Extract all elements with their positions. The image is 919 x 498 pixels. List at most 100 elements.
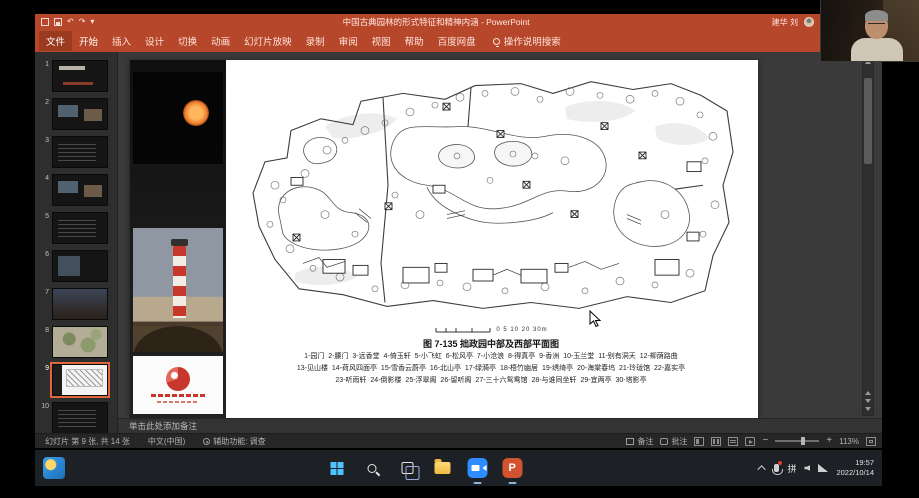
slide-sorter-view-button[interactable] — [711, 437, 721, 446]
ribbon-tab-baidu-netdisk[interactable]: 百度网盘 — [431, 31, 483, 51]
slideshow-view-button[interactable] — [745, 437, 755, 446]
title-bar: ↶ ↷ ▾ 中国古典园林的形式特征和精神内涵 - PowerPoint 建华 刘… — [35, 14, 882, 30]
thumbnail-image — [52, 136, 108, 168]
slide-thumbnail-selected[interactable]: 9 — [39, 364, 113, 396]
thumbnail-image — [52, 364, 108, 396]
slide-thumbnail[interactable]: 4 — [39, 174, 113, 206]
qat-dropdown-icon[interactable]: ▾ — [90, 18, 94, 26]
redo-icon[interactable]: ↷ — [79, 18, 86, 26]
language-indicator[interactable]: 中文(中国) — [148, 436, 185, 447]
zoom-out-button[interactable]: − — [762, 436, 768, 446]
ribbon-tab-slideshow[interactable]: 幻灯片放映 — [237, 31, 299, 51]
scale-bar-ticks — [434, 326, 494, 334]
start-button[interactable] — [324, 455, 350, 481]
powerpoint-taskbar-button[interactable] — [499, 455, 525, 481]
ribbon-tab-transitions[interactable]: 切换 — [171, 31, 204, 51]
ribbon-tab-record[interactable]: 录制 — [299, 31, 332, 51]
scroll-down-icon[interactable] — [865, 407, 871, 411]
ribbon-tab-design[interactable]: 设计 — [138, 31, 171, 51]
account-name[interactable]: 建华 刘 — [772, 17, 798, 28]
ribbon-tab-row: 文件 开始 插入 设计 切换 动画 幻灯片放映 录制 审阅 视图 帮助 百度网盘… — [35, 30, 882, 52]
slide-thumbnail[interactable]: 2 — [39, 98, 113, 130]
slide-photo-strip[interactable] — [130, 60, 226, 418]
next-slide-icon[interactable] — [865, 399, 871, 403]
hidden-icons-chevron[interactable] — [758, 465, 766, 473]
notes-pane[interactable]: 单击此处添加备注 — [118, 418, 882, 433]
vertical-scrollbar[interactable] — [862, 54, 874, 416]
tencent-meeting-button[interactable] — [464, 455, 490, 481]
notes-toggle-button[interactable]: 备注 — [626, 436, 653, 447]
previous-slide-icon[interactable] — [865, 391, 871, 395]
slide-thumbnail[interactable]: 1 — [39, 60, 113, 92]
normal-view-button[interactable] — [694, 437, 704, 446]
slide-thumbnail[interactable]: 7 — [39, 288, 113, 320]
save-icon[interactable] — [54, 18, 62, 26]
thumbnail-image — [52, 98, 108, 130]
scale-bar: 0 5 10 20 30m — [226, 324, 756, 336]
microphone-icon[interactable] — [774, 464, 779, 472]
ribbon-tab-file[interactable]: 文件 — [39, 31, 72, 51]
comment-icon — [660, 438, 668, 445]
quick-access-toolbar: ↶ ↷ ▾ — [35, 18, 100, 26]
thumbnail-number: 2 — [39, 98, 49, 106]
ribbon-tab-home[interactable]: 开始 — [72, 31, 105, 51]
notes-toggle-label: 备注 — [637, 436, 653, 447]
zoom-in-button[interactable]: + — [826, 436, 832, 446]
slide-thumbnail[interactable]: 6 — [39, 250, 113, 282]
comments-toggle-label: 批注 — [671, 436, 687, 447]
thumbnail-number: 1 — [39, 60, 49, 68]
ribbon-tab-review[interactable]: 审阅 — [332, 31, 365, 51]
ribbon-tab-animations[interactable]: 动画 — [204, 31, 237, 51]
accessibility-label: 辅助功能: 调查 — [213, 436, 265, 447]
lightbulb-icon — [493, 38, 500, 45]
ime-indicator[interactable]: 拼 — [787, 462, 796, 475]
zoom-slider-knob[interactable] — [801, 437, 805, 445]
legend-line-2: 13-见山楼 14-荷风四面亭 15-雪香云蔚亭 16-北山亭 17-绿漪亭 1… — [226, 363, 756, 374]
thumbnail-image — [52, 288, 108, 320]
search-button[interactable] — [359, 455, 385, 481]
zoom-level[interactable]: 113% — [839, 437, 859, 446]
account-avatar[interactable] — [804, 17, 814, 27]
thumbnail-number: 4 — [39, 174, 49, 182]
undo-icon[interactable]: ↶ — [67, 18, 74, 26]
thumbnail-number: 3 — [39, 136, 49, 144]
thumbnail-image — [52, 402, 108, 433]
participant-face — [865, 12, 888, 39]
slide-thumbnail[interactable]: 3 — [39, 136, 113, 168]
thumbnail-image — [52, 212, 108, 244]
widgets-weather-icon[interactable] — [43, 457, 65, 479]
thumbnail-number: 7 — [39, 288, 49, 296]
slide-thumbnail[interactable]: 5 — [39, 212, 113, 244]
clock[interactable]: 19:57 2022/10/14 — [836, 458, 874, 478]
network-icon[interactable] — [818, 464, 828, 472]
speaker-icon[interactable] — [804, 465, 810, 471]
legend-line-3: 23-听雨轩 24-倒影楼 25-浮翠阁 26-留听阁 27-三十六鸳鸯馆 28… — [226, 375, 756, 386]
tell-me-search[interactable]: 操作说明搜索 — [493, 34, 561, 48]
file-explorer-button[interactable] — [429, 455, 455, 481]
scrollbar-thumb[interactable] — [864, 78, 872, 164]
current-slide[interactable]: 0 5 10 20 30m 图 7-135 拙政园中部及西部平面图 1-园门 2… — [130, 60, 758, 418]
ribbon-tab-help[interactable]: 帮助 — [398, 31, 431, 51]
school-logo-icon — [166, 367, 190, 391]
slide-thumbnail[interactable]: 8 — [39, 326, 113, 358]
zoom-slider[interactable] — [775, 440, 819, 442]
participant-shoulders — [851, 38, 903, 62]
webcam-video-overlay[interactable] — [820, 0, 919, 62]
sunset-photo — [133, 72, 223, 164]
slide-position-indicator[interactable]: 幻灯片 第 9 张, 共 14 张 — [45, 436, 130, 447]
tell-me-search-label: 操作说明搜索 — [504, 34, 561, 48]
thumbnail-number: 5 — [39, 212, 49, 220]
scale-label: 0 5 10 20 30m — [496, 327, 547, 333]
legend-line-1: 1-园门 2-腰门 3-远香堂 4-倚玉轩 5-小飞虹 6-松风亭 7-小沧浪 … — [226, 351, 756, 362]
task-view-button[interactable] — [394, 455, 420, 481]
school-logo-box — [133, 356, 223, 414]
ribbon-tab-insert[interactable]: 插入 — [105, 31, 138, 51]
fit-slide-to-window-button[interactable] — [866, 437, 876, 446]
accessibility-checker[interactable]: 辅助功能: 调查 — [203, 436, 265, 447]
ribbon-tab-view[interactable]: 视图 — [365, 31, 398, 51]
reading-view-button[interactable] — [728, 437, 738, 446]
slide-thumbnail[interactable]: 10 — [39, 402, 113, 433]
slide-editing-canvas[interactable]: 0 5 10 20 30m 图 7-135 拙政园中部及西部平面图 1-园门 2… — [118, 52, 882, 418]
thumbnail-image — [52, 250, 108, 282]
comments-toggle-button[interactable]: 批注 — [660, 436, 687, 447]
